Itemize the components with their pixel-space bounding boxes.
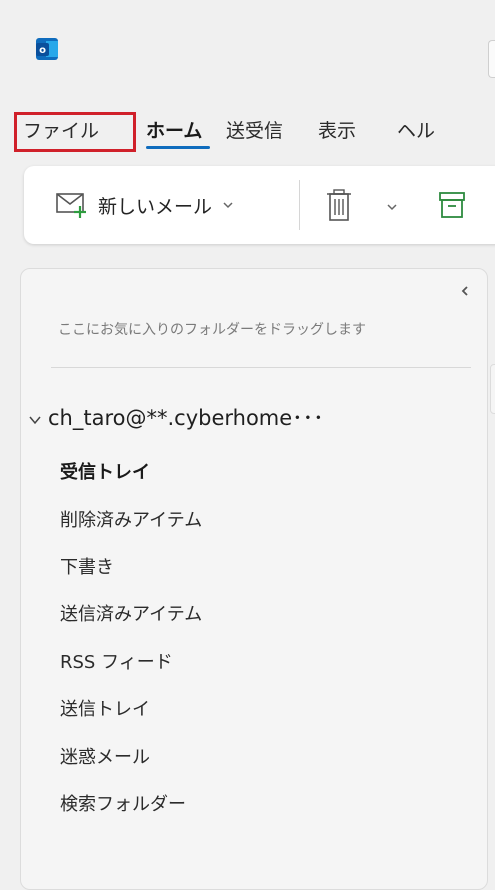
folder-inbox[interactable]: 受信トレイ [60,458,150,488]
new-mail-label: 新しいメール [98,195,213,218]
tab-help[interactable]: ヘル [397,112,435,152]
favorites-hint: ここにお気に入りのフォルダーをドラッグします [58,322,366,338]
ribbon-separator [299,180,300,230]
folder-drafts[interactable]: 下書き [60,553,114,583]
message-list-edge [490,364,495,414]
search-box-edge[interactable] [488,40,495,78]
account-name: ch_taro@**.cyberhome･･･ [48,406,324,430]
svg-text:o: o [39,45,46,56]
chevron-down-icon[interactable] [386,203,398,211]
new-mail-button[interactable]: 新しいメール [56,186,234,224]
menu-tabs: ファイル ホーム 送受信 表示 ヘル [0,112,495,152]
folder-sent-items[interactable]: 送信済みアイテム [60,600,202,630]
new-mail-icon [56,193,86,218]
folder-search-folders[interactable]: 検索フォルダー [60,790,186,820]
tab-file[interactable]: ファイル [14,112,136,152]
divider [51,367,471,368]
tab-view[interactable]: 表示 [318,112,356,152]
tab-send-receive[interactable]: 送受信 [226,112,283,152]
folder-outbox[interactable]: 送信トレイ [60,695,150,725]
active-tab-indicator [146,146,210,149]
account-header[interactable]: ch_taro@**.cyberhome･･･ [28,400,324,434]
chevron-down-icon [29,416,41,425]
outlook-icon[interactable]: o [36,38,58,60]
folder-junk-email[interactable]: 迷惑メール [60,743,150,773]
chevron-down-icon[interactable] [222,201,234,209]
folder-rss-feeds[interactable]: RSS フィード [60,648,173,678]
title-bar: o [0,0,495,100]
trash-icon[interactable] [324,188,354,222]
ribbon-toolbar: 新しいメール [24,166,495,244]
folder-deleted-items[interactable]: 削除済みアイテム [60,506,202,536]
archive-icon[interactable] [438,190,466,220]
chevron-left-icon[interactable] [460,285,470,297]
